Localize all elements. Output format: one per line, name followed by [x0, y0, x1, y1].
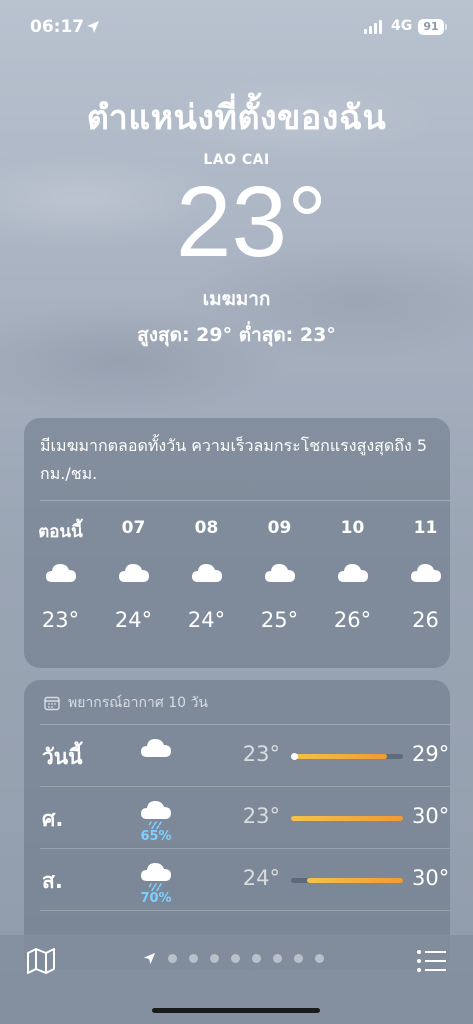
current-condition: เมฆมาก [202, 288, 271, 310]
hour-icon [97, 546, 170, 598]
cloud-icon [410, 564, 441, 582]
day-low: 23° [242, 804, 280, 828]
day-label: วันนี้ [42, 745, 83, 769]
page-dot[interactable] [231, 954, 240, 963]
hour-icon [243, 546, 316, 598]
hour-item: 11 26 [389, 518, 450, 632]
hour-icon [316, 546, 389, 598]
cloud-icon [337, 564, 368, 582]
hour-temp: 26 [412, 608, 439, 632]
day-low: 23° [242, 742, 280, 766]
precip-chance: 65% [140, 829, 172, 844]
status-bar: 06:17 4G 91 [0, 14, 473, 42]
daily-list: วันนี้ 23° 29° ศ. 65% 23° 30° ส. 70% 24° 30° [24, 725, 450, 911]
hourly-forecast-card[interactable]: มีเมฆมากตลอดทั้งวัน ความเร็วลมกระโชกแรงส… [24, 418, 450, 668]
day-high: 30° [412, 804, 450, 828]
day-high: 30° [412, 866, 450, 890]
battery-icon: 91 [418, 19, 444, 35]
hour-icon [24, 546, 97, 598]
page-dot[interactable] [210, 954, 219, 963]
battery-tip [445, 24, 447, 30]
temp-range-bar [291, 878, 403, 883]
location-title: ตำแหน่งที่ตั้งของฉัน [86, 98, 387, 138]
high-low: สูงสุด: 29° ต่ำสุด: 23° [137, 324, 336, 346]
page-indicator[interactable] [143, 952, 324, 965]
day-icon-wrap [130, 735, 182, 763]
hour-label: ตอนนี้ [38, 522, 83, 542]
cloud-icon [191, 564, 222, 582]
hour-label: 10 [340, 518, 365, 538]
status-time: 06:17 [30, 17, 85, 37]
temp-range-fill [307, 878, 403, 883]
hour-icon [170, 546, 243, 598]
hour-item: 07 24° [97, 518, 170, 632]
hour-label: 11 [413, 518, 438, 538]
day-icon-wrap: 65% [130, 797, 182, 844]
home-indicator [152, 1008, 320, 1013]
day-row[interactable]: ส. 70% 24° 30° [24, 849, 450, 911]
hour-item: 10 26° [316, 518, 389, 632]
hourly-summary: มีเมฆมากตลอดทั้งวัน ความเร็วลมกระโชกแรงส… [40, 436, 428, 483]
hour-label: 08 [194, 518, 219, 538]
daily-forecast-card[interactable]: พยากรณ์อากาศ 10 วัน วันนี้ 23° 29° ศ. 65% 23°… [24, 680, 450, 970]
hour-item: 09 25° [243, 518, 316, 632]
hour-temp: 24° [114, 608, 153, 632]
page-dot[interactable] [273, 954, 282, 963]
hour-temp: 24° [187, 608, 226, 632]
current-weather-header: ตำแหน่งที่ตั้งของฉัน LAO CAI 23° เมฆมาก … [0, 84, 473, 350]
current-temp-dot [291, 753, 298, 760]
map-icon[interactable] [26, 947, 56, 975]
divider [40, 500, 450, 501]
day-label: ส. [42, 869, 63, 893]
cloud-icon [45, 564, 76, 582]
day-row[interactable]: วันนี้ 23° 29° [24, 725, 450, 787]
cloud-icon [118, 564, 149, 582]
hourly-list[interactable]: ตอนนี้ 23° 07 24° 08 24° 09 25° 10 26° 11 26 [24, 518, 450, 632]
temp-range-fill [291, 754, 387, 759]
hour-icon [389, 546, 450, 598]
page-dot[interactable] [294, 954, 303, 963]
network-type: 4G [391, 18, 413, 34]
hour-label: 07 [121, 518, 146, 538]
day-row[interactable]: ศ. 65% 23° 30° [24, 787, 450, 849]
day-label: ศ. [42, 807, 64, 831]
daily-header: พยากรณ์อากาศ 10 วัน [24, 680, 450, 714]
cloud-icon [141, 739, 171, 757]
cloud-icon [264, 564, 295, 582]
day-icon-wrap: 70% [130, 859, 182, 906]
divider [40, 910, 450, 911]
temp-range-bar [291, 816, 403, 821]
hour-temp: 23° [41, 608, 80, 632]
day-high: 29° [412, 742, 450, 766]
hour-temp: 26° [333, 608, 372, 632]
temp-range-fill [291, 816, 403, 821]
page-dot[interactable] [315, 954, 324, 963]
location-arrow-icon [87, 21, 99, 33]
cellular-signal-icon [364, 20, 382, 34]
cloud-rain-icon [141, 801, 171, 830]
page-dot[interactable] [189, 954, 198, 963]
temp-range-bar [291, 753, 403, 760]
list-icon[interactable] [416, 947, 448, 975]
day-low: 24° [242, 866, 280, 890]
hour-temp: 25° [260, 608, 299, 632]
daily-title: พยากรณ์อากาศ 10 วัน [68, 695, 208, 711]
precip-chance: 70% [140, 891, 172, 906]
page-dot[interactable] [252, 954, 261, 963]
hour-item: ตอนนี้ 23° [24, 518, 97, 632]
location-arrow-icon [143, 952, 156, 965]
page-dot[interactable] [168, 954, 177, 963]
hour-item: 08 24° [170, 518, 243, 632]
cloud-rain-icon [141, 863, 171, 892]
hour-label: 09 [267, 518, 292, 538]
calendar-icon [44, 696, 60, 711]
current-temperature: 23° [175, 166, 328, 278]
